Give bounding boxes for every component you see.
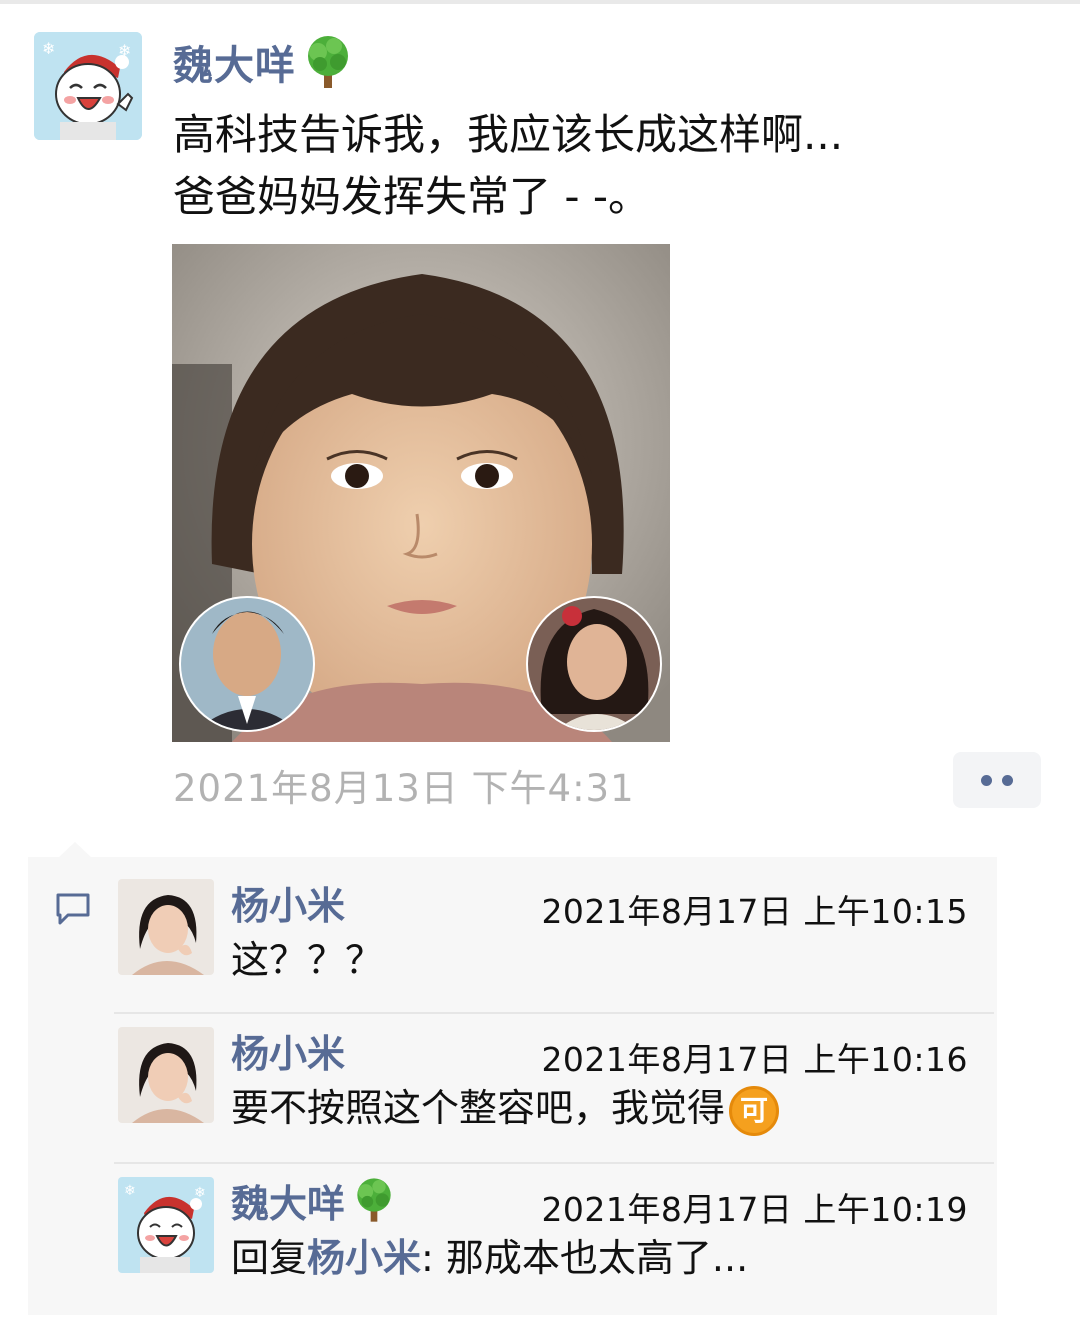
comment-divider	[114, 1162, 994, 1164]
reply-prefix: 回复	[231, 1236, 308, 1280]
comment-text: 回复杨小米: 那成本也太高了...	[231, 1233, 971, 1283]
comment-time: 2021年8月17日 上午10:16	[541, 1040, 968, 1079]
comment-item: ❄ ❄ 魏大咩 2021年8月17日 上午10:19 回复杨小米: 那成本也太高…	[118, 1177, 998, 1297]
top-divider	[0, 0, 1080, 4]
comment-item: 杨小米 2021年8月17日 上午10:15 这？？？	[118, 879, 998, 999]
comment-time: 2021年8月17日 上午10:19	[541, 1190, 968, 1229]
comment-text-body: 要不按照这个整容吧，我觉得	[231, 1086, 726, 1130]
comments-pointer	[58, 842, 92, 858]
post-timestamp: 2021年8月13日 下午4:31	[173, 767, 635, 810]
commenter-name[interactable]: 杨小米	[231, 1027, 345, 1076]
post-author: 魏大咩	[173, 33, 358, 91]
comment-time: 2021年8月17日 上午10:15	[541, 892, 968, 931]
tree-emoji-icon	[308, 36, 348, 88]
comment-item: 杨小米 2021年8月17日 上午10:16 要不按照这个整容吧，我觉得可	[118, 1027, 998, 1147]
svg-text:❄: ❄	[42, 39, 55, 58]
tree-emoji-icon	[357, 1178, 391, 1222]
commenter-avatar[interactable]	[118, 879, 214, 975]
commenter-avatar[interactable]	[118, 1027, 214, 1123]
comment-divider	[114, 1012, 994, 1014]
reply-to-name[interactable]: 杨小米	[307, 1236, 421, 1280]
more-dots-icon	[981, 774, 992, 786]
commenter-name[interactable]: 杨小米	[231, 879, 345, 928]
svg-text:❄: ❄	[124, 1183, 136, 1199]
commenter-name-text[interactable]: 魏大咩	[231, 1173, 345, 1228]
post-text: 高科技告诉我，我应该长成这样啊... 爸爸妈妈发挥失常了 - -。	[173, 104, 1033, 228]
post-text-line1: 高科技告诉我，我应该长成这样啊...	[173, 110, 844, 159]
commenter-avatar[interactable]: ❄ ❄	[118, 1177, 214, 1273]
comment-bubble-icon	[56, 893, 90, 925]
comment-text: 这？？？	[231, 938, 384, 982]
more-actions-button[interactable]	[953, 752, 1041, 808]
commenter-name: 魏大咩	[231, 1177, 399, 1226]
comments-section: 杨小米 2021年8月17日 上午10:15 这？？？ 杨小米 2021年8月1…	[28, 857, 997, 1315]
more-dots-icon	[1002, 774, 1013, 786]
post-text-line2: 爸爸妈妈发挥失常了 - -。	[173, 172, 651, 221]
post-photo[interactable]	[172, 244, 670, 742]
post-author-name[interactable]: 魏大咩	[173, 33, 296, 91]
comment-text: 要不按照这个整容吧，我觉得可	[231, 1083, 971, 1136]
comment-text-body: : 那成本也太高了...	[421, 1236, 749, 1280]
ke-emoji-icon: 可	[729, 1085, 780, 1136]
post-author-avatar[interactable]: ❄ ❄	[34, 32, 142, 140]
